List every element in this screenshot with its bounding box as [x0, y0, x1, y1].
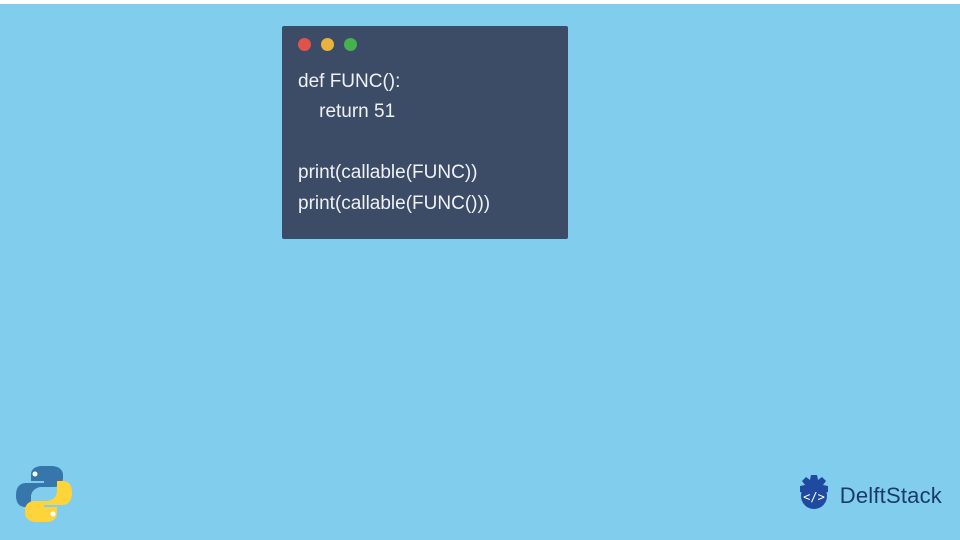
delftstack-gear-icon: </> [792, 474, 836, 518]
minimize-dot-icon [321, 38, 334, 51]
maximize-dot-icon [344, 38, 357, 51]
python-logo-icon [12, 462, 76, 526]
code-window: def FUNC(): return 51 print(callable(FUN… [282, 26, 568, 239]
top-white-strip [0, 0, 960, 4]
delftstack-badge: </> DelftStack [792, 474, 942, 518]
close-dot-icon [298, 38, 311, 51]
svg-text:</>: </> [803, 490, 825, 504]
window-traffic-lights [298, 38, 552, 51]
delftstack-label: DelftStack [840, 483, 942, 509]
code-block: def FUNC(): return 51 print(callable(FUN… [298, 67, 552, 219]
